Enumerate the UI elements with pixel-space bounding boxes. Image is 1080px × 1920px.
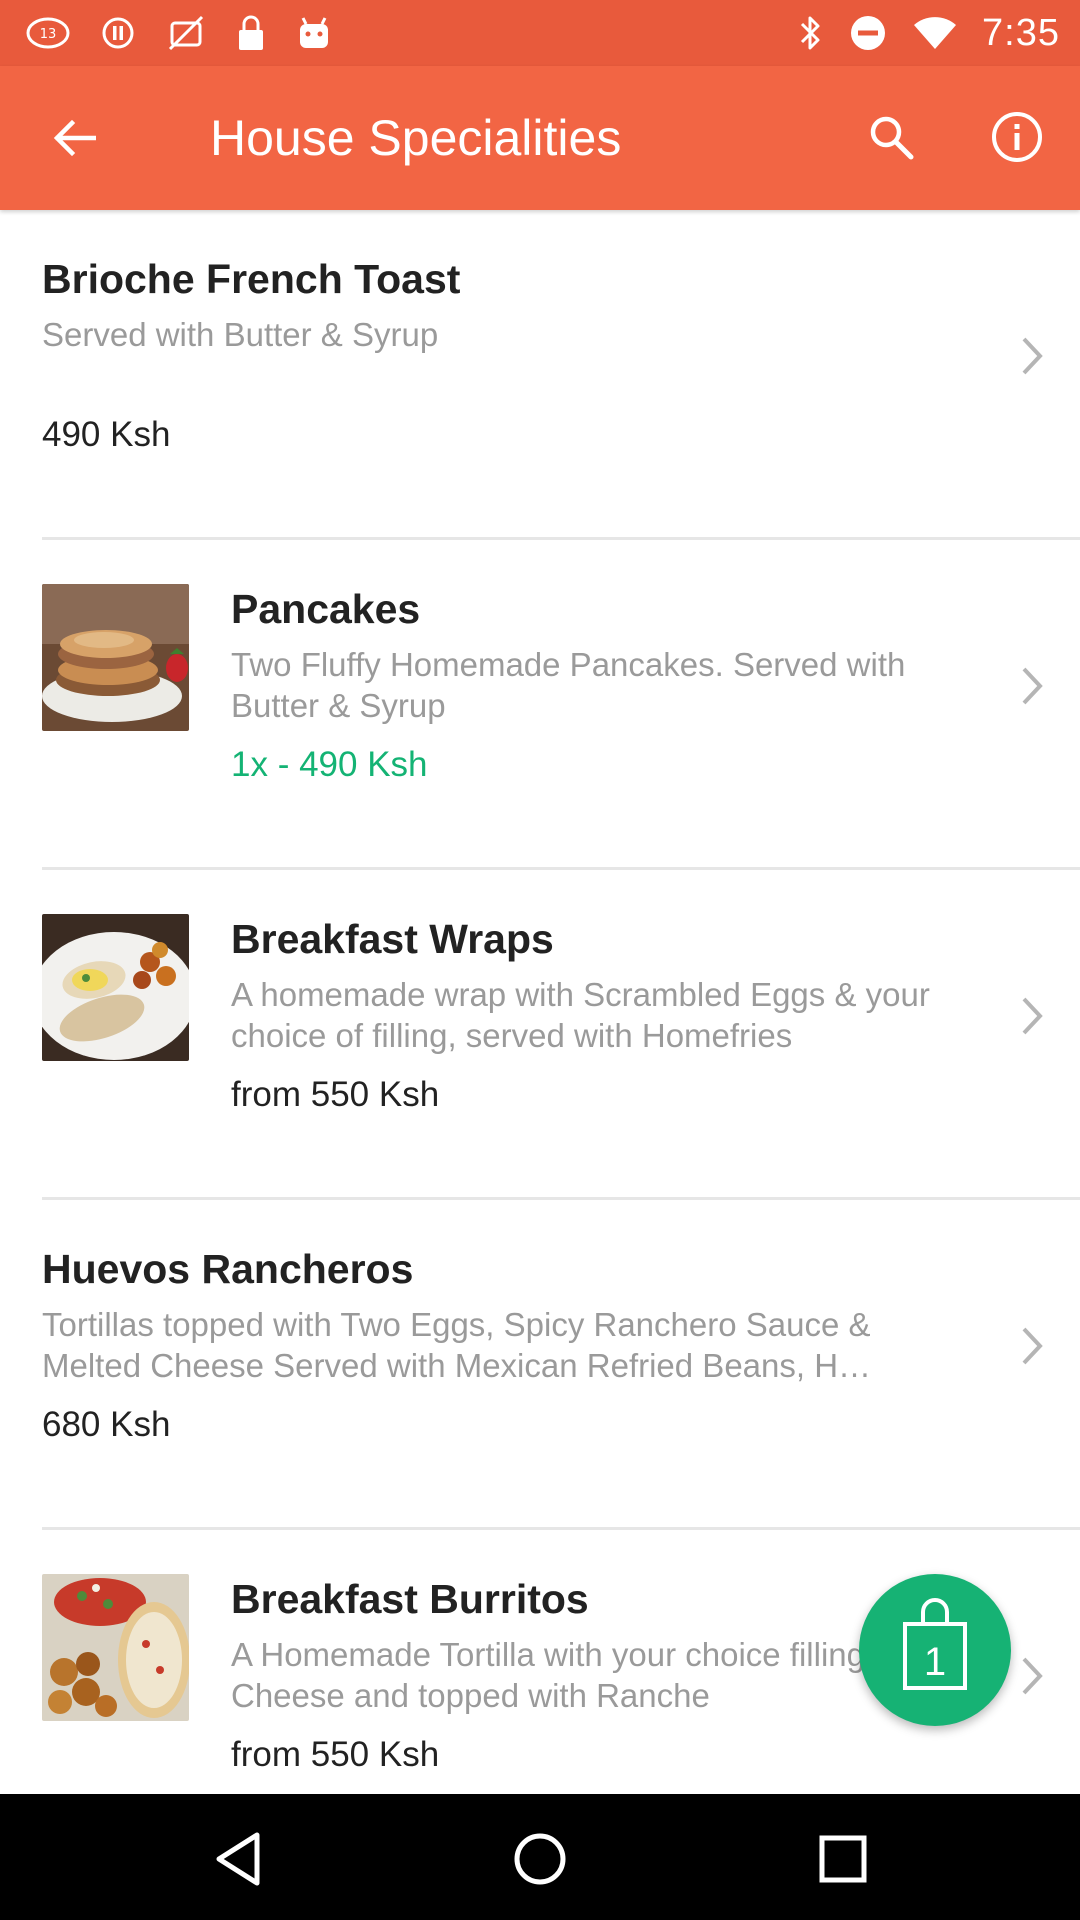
cart-button[interactable]: 1 [859, 1574, 1011, 1726]
item-description: Two Fluffy Homemade Pancakes. Served wit… [231, 646, 906, 724]
item-name: Breakfast Wraps [231, 916, 554, 962]
info-button[interactable] [984, 104, 1050, 170]
sync-icon [100, 13, 136, 53]
burritos-photo [42, 1574, 189, 1721]
item-price: from 550 Ksh [231, 1075, 440, 1114]
navigation-bar [0, 1794, 1080, 1920]
item-price-in-cart: 1x - 490 Ksh [231, 745, 428, 784]
status-left-icons: 13 [26, 13, 332, 53]
chevron-right-icon [1012, 988, 1052, 1044]
svg-text:13: 13 [40, 27, 57, 42]
pancakes-photo [42, 584, 189, 731]
search-button[interactable] [858, 104, 924, 170]
item-description: Tortillas topped with Two Eggs, Spicy Ra… [42, 1306, 872, 1384]
item-name: Breakfast Burritos [231, 1576, 589, 1622]
menu-list: Brioche French Toast Served with Butter … [0, 210, 1080, 1794]
item-price: 490 Ksh [42, 415, 171, 454]
back-button[interactable] [42, 106, 106, 170]
search-icon [870, 116, 914, 160]
app-bar: House Specialities [0, 66, 1080, 210]
chevron-right-icon [1012, 328, 1052, 384]
item-description: Served with Butter & Syrup [42, 316, 439, 353]
item-name: Brioche French Toast [42, 256, 461, 302]
item-name: Pancakes [231, 586, 421, 632]
cart-count: 1 [923, 1640, 947, 1684]
page-title: House Specialities [210, 110, 622, 166]
do-not-disturb-icon [848, 13, 888, 53]
news-icon: 13 [26, 13, 70, 53]
chevron-right-icon [1012, 1648, 1052, 1704]
item-price: from 550 Ksh [231, 1735, 440, 1774]
status-right-icons: 7:35 [798, 12, 1060, 55]
status-bar: 13 7:35 [0, 0, 1080, 66]
list-item[interactable]: Pancakes Two Fluffy Homemade Pancakes. S… [0, 540, 1080, 870]
lock-icon [236, 13, 266, 53]
item-description: A homemade wrap with Scrambled Eggs & yo… [231, 976, 930, 1054]
chevron-right-icon [1012, 658, 1052, 714]
list-item[interactable]: Breakfast Wraps A homemade wrap with Scr… [0, 870, 1080, 1200]
info-icon [992, 112, 1042, 162]
wifi-icon [912, 13, 958, 53]
circle-home-icon [514, 1833, 566, 1885]
no-photo-icon [166, 13, 206, 53]
list-item[interactable]: Huevos Rancheros Tortillas topped with T… [0, 1200, 1080, 1530]
nav-recents-button[interactable] [808, 1824, 878, 1894]
arrow-back-icon [53, 119, 96, 157]
list-item[interactable]: Brioche French Toast Served with Butter … [0, 210, 1080, 540]
nav-back-button[interactable] [203, 1824, 273, 1894]
square-recents-icon [819, 1835, 867, 1883]
triangle-back-icon [216, 1832, 260, 1886]
item-price: 680 Ksh [42, 1405, 171, 1444]
bluetooth-icon [798, 13, 824, 53]
chevron-right-icon [1012, 1318, 1052, 1374]
nav-home-button[interactable] [505, 1824, 575, 1894]
item-name: Huevos Rancheros [42, 1246, 414, 1292]
status-time: 7:35 [982, 11, 1060, 54]
wraps-photo [42, 914, 189, 1061]
android-icon [296, 13, 332, 53]
